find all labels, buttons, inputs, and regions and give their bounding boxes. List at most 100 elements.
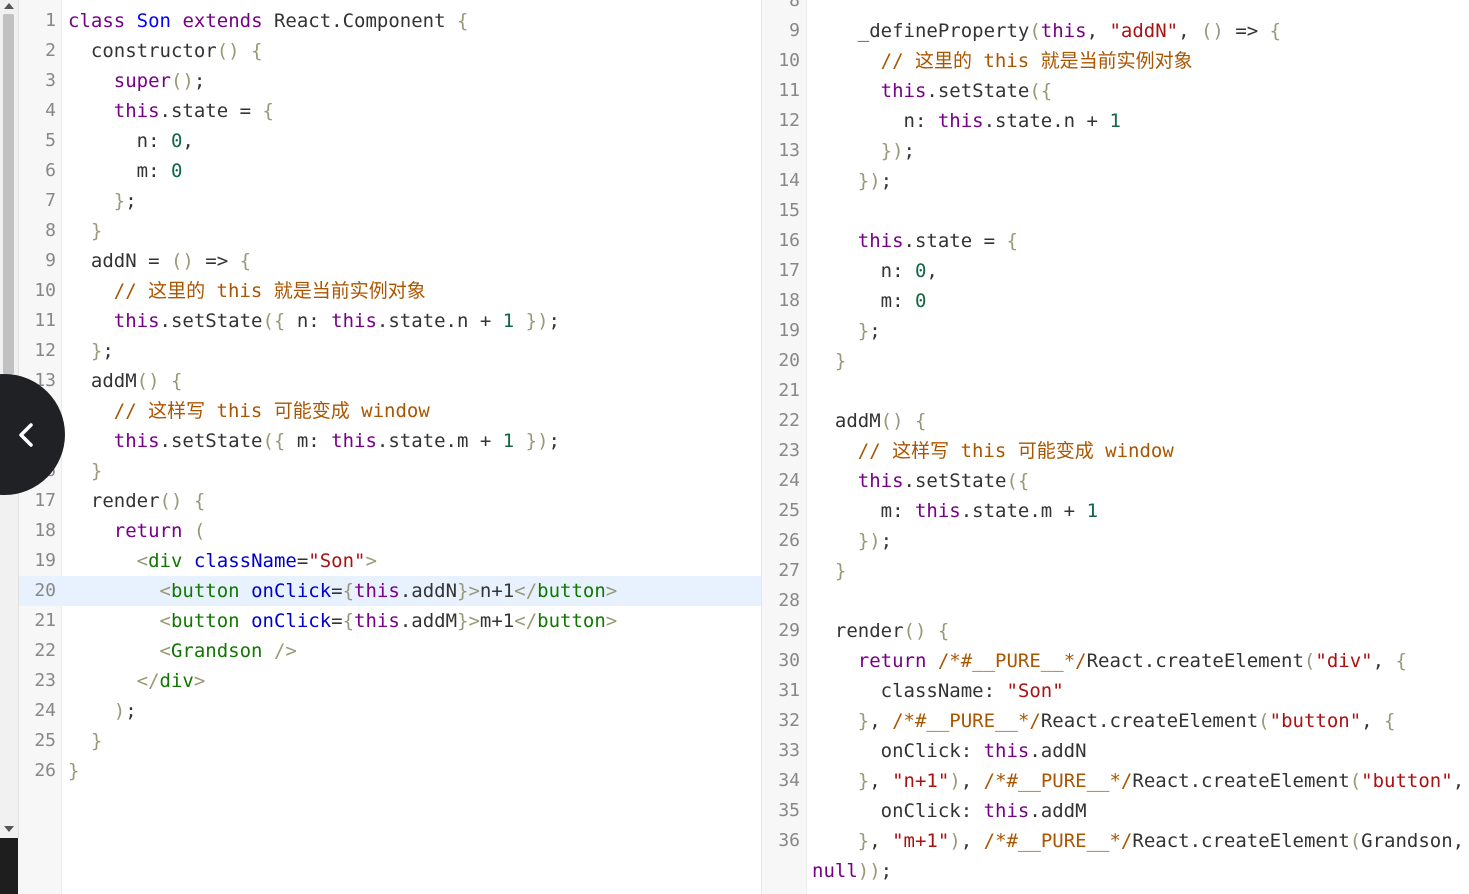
code-line[interactable]: 25 m: this.state.m + 1 <box>762 496 1469 526</box>
code-line[interactable]: 14 // 这样写 this 可能变成 window <box>0 396 762 426</box>
code-token: n: <box>285 310 332 332</box>
line-number: 18 <box>34 520 56 541</box>
code-token: className <box>193 550 297 572</box>
code-line[interactable]: 12 }; <box>0 336 762 366</box>
left-code-lines[interactable]: 1 class Son extends React.Component {2 co… <box>0 6 762 786</box>
code-line[interactable]: 11 this.setState({ <box>762 76 1469 106</box>
code-line[interactable]: 20 } <box>762 346 1469 376</box>
code-token: () <box>136 370 160 392</box>
code-token: > <box>193 670 206 692</box>
code-token: React.createElement <box>1086 650 1304 672</box>
code-line[interactable]: 2 constructor() { <box>0 36 762 66</box>
code-line[interactable]: 31 className: "Son" <box>762 676 1469 706</box>
code-line[interactable]: 27 } <box>762 556 1469 586</box>
code-line[interactable]: 17 n: 0, <box>762 256 1469 286</box>
code-line[interactable]: 1 class Son extends React.Component { <box>0 6 762 36</box>
code-line[interactable]: 18 m: 0 <box>762 286 1469 316</box>
code-line[interactable]: 5 n: 0, <box>0 126 762 156</box>
code-line[interactable]: 32 }, /*#__PURE__*/React.createElement("… <box>762 706 1469 736</box>
code-token: m: <box>285 430 332 452</box>
code-line[interactable]: 22 addM() { <box>762 406 1469 436</box>
code-line[interactable]: 6 m: 0 <box>0 156 762 186</box>
code-line[interactable]: 34 }, "n+1"), /*#__PURE__*/React.createE… <box>762 766 1469 796</box>
arrow-down-icon[interactable] <box>4 826 14 832</box>
code-line[interactable]: 35 onClick: this.addM <box>762 796 1469 826</box>
code-line[interactable]: 29 render() { <box>762 616 1469 646</box>
code-token: , <box>869 770 893 792</box>
code-token: n: <box>812 260 915 282</box>
code-token: this <box>331 310 377 332</box>
code-text: } <box>68 216 102 246</box>
code-line[interactable]: 21 <box>762 376 1469 406</box>
code-token: ({ <box>1029 80 1053 102</box>
line-number: 24 <box>778 470 800 491</box>
code-line[interactable]: 26} <box>0 756 762 786</box>
code-line[interactable]: 17 render() { <box>0 486 762 516</box>
code-text: null)); <box>812 856 892 886</box>
code-line[interactable]: 4 this.state = { <box>0 96 762 126</box>
left-code-editor[interactable]: 1 class Son extends React.Component {2 co… <box>0 0 762 894</box>
code-line[interactable]: 10 // 这里的 this 就是当前实例对象 <box>0 276 762 306</box>
code-text: onClick: this.addN <box>812 736 1087 766</box>
code-line[interactable]: 9 _defineProperty(this, "addN", () => { <box>762 16 1469 46</box>
code-line[interactable]: 7 }; <box>0 186 762 216</box>
line-number: 19 <box>34 550 56 571</box>
code-line[interactable]: 23 // 这样写 this 可能变成 window <box>762 436 1469 466</box>
code-line[interactable]: 10 // 这里的 this 就是当前实例对象 <box>762 46 1469 76</box>
code-text: } <box>68 756 79 786</box>
line-number: 14 <box>778 170 800 191</box>
arrow-up-icon[interactable] <box>4 3 14 9</box>
code-line[interactable]: 21 <button onClick={this.addM}>m+1</butt… <box>0 606 762 636</box>
code-line[interactable]: 8 <box>762 0 1469 16</box>
code-text: this.setState({ <box>812 76 1053 106</box>
code-line[interactable]: 14 }); <box>762 166 1469 196</box>
code-line[interactable]: 20 <button onClick={this.addN}>n+1</butt… <box>0 576 762 606</box>
code-line[interactable]: 36 }, "m+1"), /*#__PURE__*/React.createE… <box>762 826 1469 856</box>
code-line[interactable]: 13 }); <box>762 136 1469 166</box>
code-line[interactable]: 26 }); <box>762 526 1469 556</box>
code-line[interactable]: 15 this.setState({ m: this.state.m + 1 }… <box>0 426 762 456</box>
code-token: .state.m + <box>960 500 1087 522</box>
code-line[interactable]: 9 addN = () => { <box>0 246 762 276</box>
code-line[interactable]: 30 return /*#__PURE__*/React.createEleme… <box>762 646 1469 676</box>
scrollbar-thumb[interactable] <box>3 14 14 374</box>
code-line[interactable]: 16 } <box>0 456 762 486</box>
code-line[interactable]: 25 } <box>0 726 762 756</box>
code-line[interactable]: 19 }; <box>762 316 1469 346</box>
code-line[interactable]: 3 super(); <box>0 66 762 96</box>
code-line[interactable]: 15 <box>762 196 1469 226</box>
code-line[interactable]: 23 </div> <box>0 666 762 696</box>
code-line[interactable]: 33 onClick: this.addN <box>762 736 1469 766</box>
code-token: > <box>605 610 618 632</box>
code-line[interactable]: 22 <Grandson /> <box>0 636 762 666</box>
code-line[interactable]: 28 <box>762 586 1469 616</box>
right-code-lines[interactable]: 89 _defineProperty(this, "addN", () => {… <box>762 0 1469 886</box>
code-line[interactable]: 24 this.setState({ <box>762 466 1469 496</box>
code-token: } <box>857 320 870 342</box>
code-token: constructor <box>68 40 217 62</box>
code-token: 1 <box>1109 110 1121 132</box>
code-line[interactable]: 18 return ( <box>0 516 762 546</box>
code-line[interactable]: 13 addM() { <box>0 366 762 396</box>
line-number: 23 <box>778 440 800 461</box>
code-text: m: 0 <box>812 286 927 316</box>
code-token: onClick <box>251 610 332 632</box>
code-line[interactable]: 19 <div className="Son"> <box>0 546 762 576</box>
code-line[interactable]: 16 this.state = { <box>762 226 1469 256</box>
code-token: this <box>983 800 1030 822</box>
right-code-editor[interactable]: 89 _defineProperty(this, "addN", () => {… <box>762 0 1469 894</box>
code-line[interactable]: null)); <box>762 856 1469 886</box>
code-token: }) <box>880 140 904 162</box>
code-line[interactable]: 24 ); <box>0 696 762 726</box>
code-token: ( <box>1349 770 1362 792</box>
code-line[interactable]: 8 } <box>0 216 762 246</box>
code-line[interactable]: 12 n: this.state.n + 1 <box>762 106 1469 136</box>
code-line[interactable]: 11 this.setState({ n: this.state.n + 1 }… <box>0 306 762 336</box>
